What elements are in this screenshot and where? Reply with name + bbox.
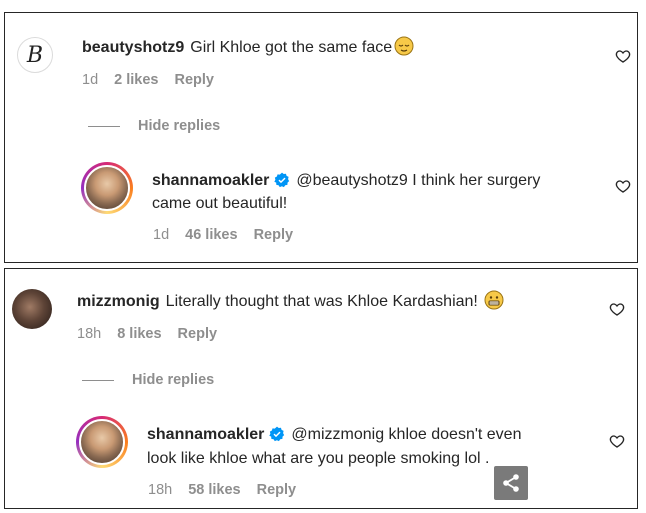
reply-mention[interactable]: @beautyshotz9 xyxy=(296,172,407,189)
avatar-mizzmonig[interactable] xyxy=(12,289,52,329)
heart-icon[interactable] xyxy=(615,178,631,194)
comment-body: Literally thought that was Khloe Kardash… xyxy=(165,293,478,310)
comment-time: 18h xyxy=(77,326,102,342)
reply-meta: 18h 58 likes Reply xyxy=(148,482,312,498)
reply-likes-count[interactable]: 46 likes xyxy=(185,227,237,243)
reply-reply-button[interactable]: Reply xyxy=(254,227,294,243)
avatar-shannamoakler[interactable] xyxy=(81,162,133,214)
avatar-photo xyxy=(84,165,130,211)
hide-replies-button[interactable]: Hide replies xyxy=(88,118,220,134)
comment-meta: 1d 2 likes Reply xyxy=(82,72,230,88)
reply-meta: 1d 46 likes Reply xyxy=(153,227,309,243)
avatar-shannamoakler[interactable] xyxy=(76,416,128,468)
reply-time: 1d xyxy=(153,227,170,243)
heart-icon[interactable] xyxy=(609,433,625,449)
likes-count[interactable]: 2 likes xyxy=(114,72,158,88)
reply-text-line-1: shannamoakler @mizzmonig khloe doesn't ev… xyxy=(147,426,522,443)
reply-reply-button[interactable]: Reply xyxy=(257,482,297,498)
replies-divider xyxy=(82,379,114,381)
heart-icon[interactable] xyxy=(609,301,625,317)
avatar-photo xyxy=(79,419,125,465)
relieved-face-emoji-icon xyxy=(394,36,414,56)
comment-meta: 18h 8 likes Reply xyxy=(77,326,233,342)
reply-text-line-2: came out beautiful! xyxy=(152,195,288,212)
heart-icon[interactable] xyxy=(615,48,631,64)
avatar-beautyshotz9[interactable]: B xyxy=(17,37,53,73)
share-icon xyxy=(503,474,519,492)
comment-text-line: beautyshotz9 Girl Khloe got the same face xyxy=(82,36,414,60)
reply-text-line-1: shannamoakler @beautyshotz9 I think her s… xyxy=(152,172,541,189)
comment-body: Girl Khloe got the same face xyxy=(190,39,393,56)
comment-username[interactable]: beautyshotz9 xyxy=(82,39,184,56)
comment-username[interactable]: mizzmonig xyxy=(77,293,160,310)
hide-replies-button[interactable]: Hide replies xyxy=(82,372,214,388)
reply-button[interactable]: Reply xyxy=(174,72,214,88)
reply-likes-count[interactable]: 58 likes xyxy=(188,482,240,498)
reply-mention[interactable]: @mizzmonig xyxy=(291,426,384,443)
comment-text-line: mizzmonig Literally thought that was Khlo… xyxy=(77,290,504,314)
verified-badge-icon xyxy=(269,426,285,442)
likes-count[interactable]: 8 likes xyxy=(117,326,161,342)
comment-time: 1d xyxy=(82,72,99,88)
share-button[interactable] xyxy=(494,466,528,500)
reply-username[interactable]: shannamoakler xyxy=(152,172,269,189)
reply-button[interactable]: Reply xyxy=(178,326,218,342)
verified-badge-icon xyxy=(274,172,290,188)
reply-text-line-2: look like khloe what are you people smok… xyxy=(147,450,490,467)
reply-time: 18h xyxy=(148,482,173,498)
replies-divider xyxy=(88,125,120,127)
reply-username[interactable]: shannamoakler xyxy=(147,426,264,443)
grimacing-face-emoji-icon xyxy=(484,290,504,310)
